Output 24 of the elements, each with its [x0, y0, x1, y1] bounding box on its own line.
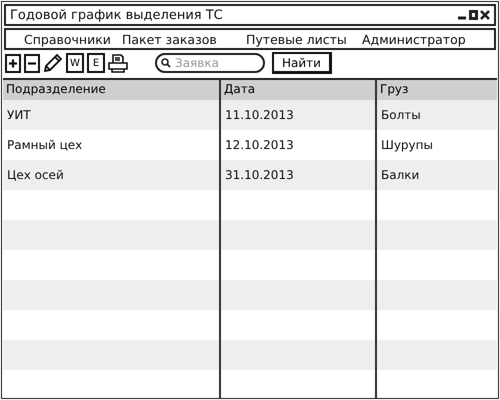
table-cell: Цех осей: [3, 160, 221, 190]
plus-icon[interactable]: [5, 54, 21, 72]
document-button[interactable]: W: [66, 53, 84, 73]
document-button[interactable]: E: [87, 53, 105, 73]
menu-item[interactable]: Пакет заказов: [122, 32, 246, 46]
minus-icon[interactable]: [24, 54, 40, 72]
pencil-icon[interactable]: [43, 53, 63, 73]
close-icon[interactable]: [480, 10, 490, 20]
column-header: Подразделение: [3, 80, 221, 100]
table-cell: 31.10.2013: [221, 160, 377, 190]
column-header: Груз: [377, 80, 497, 100]
maximize-icon[interactable]: [469, 10, 478, 20]
column-header: Дата: [221, 80, 377, 100]
search-field[interactable]: Заявка: [155, 53, 265, 73]
window-title: Годовой график выделения ТС: [10, 8, 223, 22]
menu-item[interactable]: Справочники: [24, 32, 122, 46]
table-cell: УИТ: [3, 100, 221, 130]
menu-item[interactable]: Путевые листы: [246, 32, 362, 46]
table-cell: 11.10.2013: [221, 100, 377, 130]
menu-item[interactable]: Администратор: [362, 32, 482, 46]
table-cell: Балки: [377, 160, 497, 190]
find-button[interactable]: Найти: [272, 52, 332, 74]
printer-icon[interactable]: [108, 54, 128, 72]
table-cell: Болты: [377, 100, 497, 130]
